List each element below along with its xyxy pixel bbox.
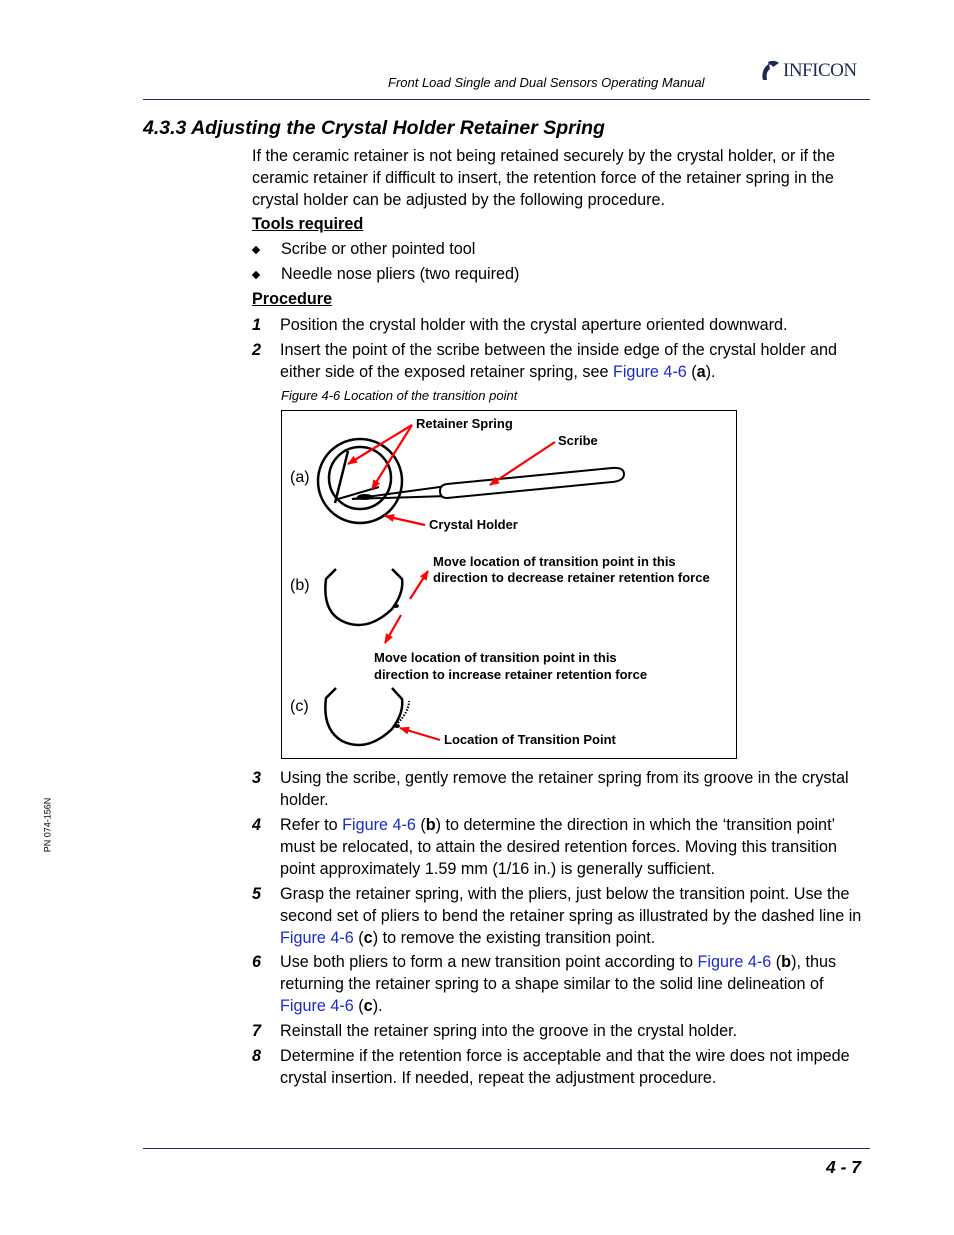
step-text: Determine if the retention force is acce… (280, 1047, 850, 1087)
step-text: Reinstall the retainer spring into the g… (280, 1022, 738, 1040)
label-crystal-holder: Crystal Holder (429, 517, 518, 532)
arrow-decrease (409, 570, 429, 600)
procedure-step-4: 4 Refer to Figure 4-6 (b) to determine t… (252, 814, 872, 880)
label-decrease-1: Move location of transition point in thi… (433, 554, 676, 569)
scribe-drawing (351, 466, 626, 500)
arrow-increase (384, 614, 402, 644)
procedure-step-7: 7 Reinstall the retainer spring into the… (252, 1020, 872, 1042)
step-text: Refer to Figure 4-6 (b) to determine the… (280, 816, 837, 878)
step-number: 6 (252, 953, 262, 971)
step-number: 5 (252, 885, 262, 903)
procedure-step-1: 1 Position the crystal holder with the c… (252, 314, 872, 336)
page-number: 4 - 7 (826, 1157, 862, 1177)
footer-rule (143, 1148, 870, 1149)
figure-4-6: (a) (b) (c) Retainer Spring Scribe Cryst… (281, 410, 737, 759)
spring-b-drawing (324, 568, 404, 627)
label-increase-1: Move location of transition point in thi… (374, 650, 617, 665)
procedure-step-6: 6 Use both pliers to form a new transiti… (252, 951, 872, 1017)
header-rule (143, 99, 870, 100)
intro-line: crystal holder can be adjusted by the fo… (252, 191, 666, 209)
step-number: 8 (252, 1047, 262, 1065)
procedure-heading: Procedure (252, 290, 333, 308)
figure-link[interactable]: Figure 4-6 (280, 929, 354, 947)
intro-paragraph: If the ceramic retainer is not being ret… (252, 145, 872, 211)
procedure-step-5: 5 Grasp the retainer spring, with the pl… (252, 883, 872, 949)
panel-label-c: (c) (290, 698, 309, 715)
step-text: Grasp the retainer spring, with the plie… (280, 885, 862, 947)
step-number: 7 (252, 1022, 262, 1040)
figure-link[interactable]: Figure 4-6 (280, 997, 354, 1015)
figure-caption: Figure 4-6 Location of the transition po… (281, 388, 518, 403)
label-retainer-spring: Retainer Spring (416, 416, 513, 431)
label-transition-point: Location of Transition Point (444, 732, 616, 747)
step-text: Use both pliers to form a new transition… (280, 953, 837, 1015)
tools-heading: Tools required (252, 215, 364, 233)
arrow-retainer-spring-1 (347, 424, 413, 465)
figure-link[interactable]: Figure 4-6 (698, 953, 772, 971)
figure-link[interactable]: Figure 4-6 (613, 363, 687, 381)
step-number: 4 (252, 816, 262, 834)
procedure-step-2: 2 Insert the point of the scribe between… (252, 339, 872, 383)
step-text: Insert the point of the scribe between t… (280, 341, 838, 381)
procedure-step-3: 3 Using the scribe, gently remove the re… (252, 767, 872, 811)
arrow-crystal-holder (384, 514, 426, 527)
logo-text: INFICON (783, 60, 857, 81)
bullet-icon (251, 245, 261, 255)
section-title: 4.3.3 Adjusting the Crystal Holder Retai… (143, 117, 605, 139)
inficon-logo: INFICON (760, 60, 857, 82)
figure-link[interactable]: Figure 4-6 (342, 816, 416, 834)
arrow-transition-point (399, 726, 441, 742)
label-scribe: Scribe (558, 433, 598, 448)
step-text: Position the crystal holder with the cry… (280, 316, 788, 334)
intro-line: ceramic retainer if difficult to insert,… (252, 169, 834, 187)
intro-line: If the ceramic retainer is not being ret… (252, 147, 836, 165)
spring-c-drawing (324, 687, 410, 747)
label-increase-2: direction to increase retainer retention… (374, 667, 648, 682)
crystal-holder-drawing (316, 437, 404, 525)
step-number: 2 (252, 341, 262, 359)
panel-label-b: (b) (290, 577, 310, 594)
bullet-icon (251, 270, 261, 280)
procedure-step-8: 8 Determine if the retention force is ac… (252, 1045, 872, 1089)
step-number: 1 (252, 316, 262, 334)
inficon-logo-icon (762, 60, 779, 80)
manual-title: Front Load Single and Dual Sensors Opera… (388, 75, 705, 90)
part-number: PN 074-156N (42, 797, 53, 853)
panel-label-a: (a) (290, 469, 310, 486)
step-number: 3 (252, 769, 262, 787)
step-text: Using the scribe, gently remove the reta… (280, 769, 849, 809)
label-decrease-2: direction to decrease retainer retention… (433, 570, 710, 585)
